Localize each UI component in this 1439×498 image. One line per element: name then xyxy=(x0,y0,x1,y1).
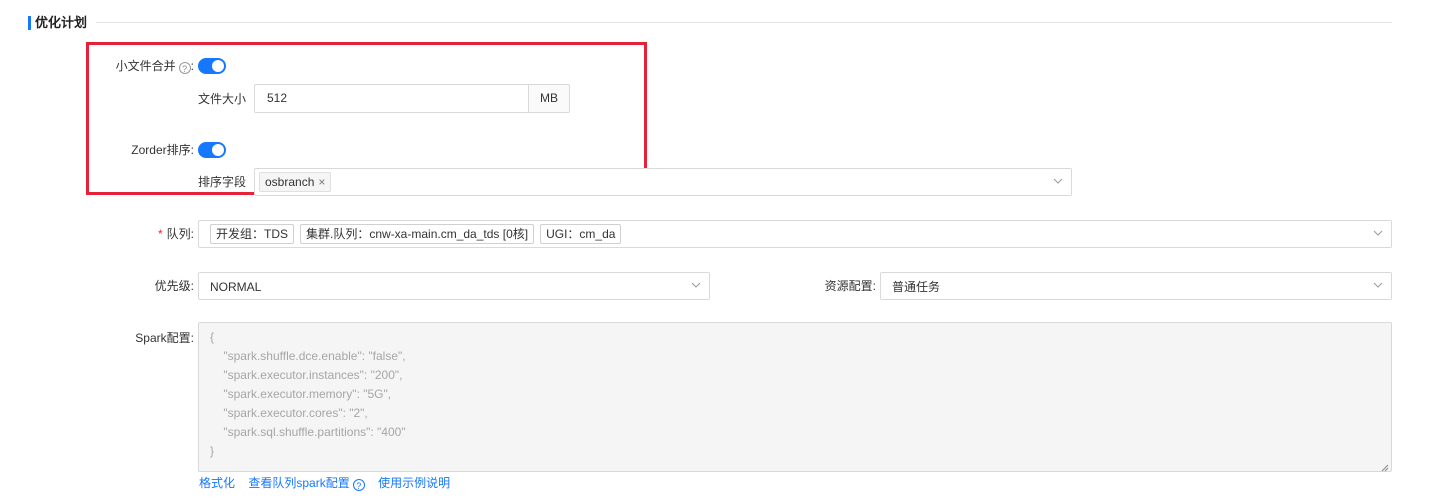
required-mark: * xyxy=(157,227,163,241)
zorder-label: Zorder排序 xyxy=(131,143,191,157)
priority-label-group: 优先级: xyxy=(100,278,194,294)
section-title: 优化计划 xyxy=(35,15,88,30)
label-colon: : xyxy=(190,331,194,345)
section-accent-bar xyxy=(28,16,31,30)
queue-tags: 开发组：TDS 集群.队列：cnw-xa-main.cm_da_tds [0核] U… xyxy=(210,224,627,244)
small-file-merge-label-group: 小文件合并?: xyxy=(100,58,194,74)
resize-handle-icon[interactable] xyxy=(1381,461,1389,472)
placeholder-line: } xyxy=(210,444,215,458)
spark-label-group: Spark配置: xyxy=(100,330,194,346)
toggle-knob xyxy=(212,144,224,156)
small-file-merge-toggle[interactable] xyxy=(198,58,226,74)
placeholder-line: "spark.executor.cores": "2", xyxy=(210,406,368,420)
spark-config-placeholder: { "spark.shuffle.dce.enable": "false", "… xyxy=(210,328,406,461)
queue-label-group: * 队列: xyxy=(100,226,194,242)
help-icon[interactable]: ? xyxy=(352,479,365,491)
chevron-down-icon xyxy=(1053,177,1063,185)
chevron-down-icon xyxy=(1373,229,1383,237)
sort-field-tags: osbranch × xyxy=(259,172,337,192)
toggle-knob xyxy=(212,60,224,72)
queue-tag-cluster: 集群.队列：cnw-xa-main.cm_da_tds [0核] xyxy=(300,224,535,244)
spark-config-textarea[interactable]: { "spark.shuffle.dce.enable": "false", "… xyxy=(198,322,1392,472)
queue-tag-group: 开发组：TDS xyxy=(210,224,295,244)
view-queue-spark-link[interactable]: 查看队列spark配置 xyxy=(248,476,349,490)
label-colon: : xyxy=(190,59,194,73)
resource-label-group: 资源配置: xyxy=(780,278,876,294)
zorder-toggle[interactable] xyxy=(198,142,226,158)
placeholder-line: "spark.executor.memory": "5G", xyxy=(210,387,392,401)
help-icon[interactable]: ? xyxy=(178,62,191,74)
usage-example-link[interactable]: 使用示例说明 xyxy=(378,476,450,490)
resource-value: 普通任务 xyxy=(892,280,941,294)
placeholder-line: { xyxy=(210,330,215,344)
sort-field-label: 排序字段 xyxy=(198,175,247,189)
label-colon: : xyxy=(190,227,194,241)
file-size-label: 文件大小 xyxy=(198,92,247,106)
chevron-down-icon xyxy=(1373,281,1383,289)
label-colon: : xyxy=(190,143,194,157)
queue-tag-ugi: UGI：cm_da xyxy=(540,224,622,244)
zorder-label-group: Zorder排序: xyxy=(100,142,194,158)
priority-value: NORMAL xyxy=(210,280,262,294)
chevron-down-icon xyxy=(691,281,701,289)
resource-label: 资源配置 xyxy=(824,279,873,293)
queue-label: 队列 xyxy=(166,227,191,241)
placeholder-line: "spark.shuffle.dce.enable": "false", xyxy=(210,349,406,363)
file-size-input[interactable]: 512 xyxy=(254,84,529,113)
label-colon: : xyxy=(190,279,194,293)
queue-select[interactable]: 开发组：TDS 集群.队列：cnw-xa-main.cm_da_tds [0核] U… xyxy=(198,220,1392,248)
tag-remove-icon[interactable]: × xyxy=(318,175,325,189)
format-link[interactable]: 格式化 xyxy=(199,476,235,490)
placeholder-line: "spark.executor.instances": "200", xyxy=(210,368,403,382)
spark-links: 格式化 查看队列spark配置? 使用示例说明 xyxy=(199,475,450,491)
small-file-merge-label: 小文件合并 xyxy=(115,59,176,73)
file-size-unit: MB xyxy=(529,84,570,113)
section-divider xyxy=(96,22,1392,23)
priority-label: 优先级 xyxy=(154,279,191,293)
sort-field-tag: osbranch × xyxy=(259,172,332,192)
tag-label: osbranch xyxy=(265,175,315,189)
sort-field-select[interactable]: osbranch × xyxy=(254,168,1072,196)
placeholder-line: "spark.sql.shuffle.partitions": "400" xyxy=(210,425,406,439)
resource-select[interactable]: 普通任务 xyxy=(880,272,1392,300)
spark-label: Spark配置 xyxy=(135,331,191,345)
priority-select[interactable]: NORMAL xyxy=(198,272,710,300)
label-colon: : xyxy=(872,279,876,293)
